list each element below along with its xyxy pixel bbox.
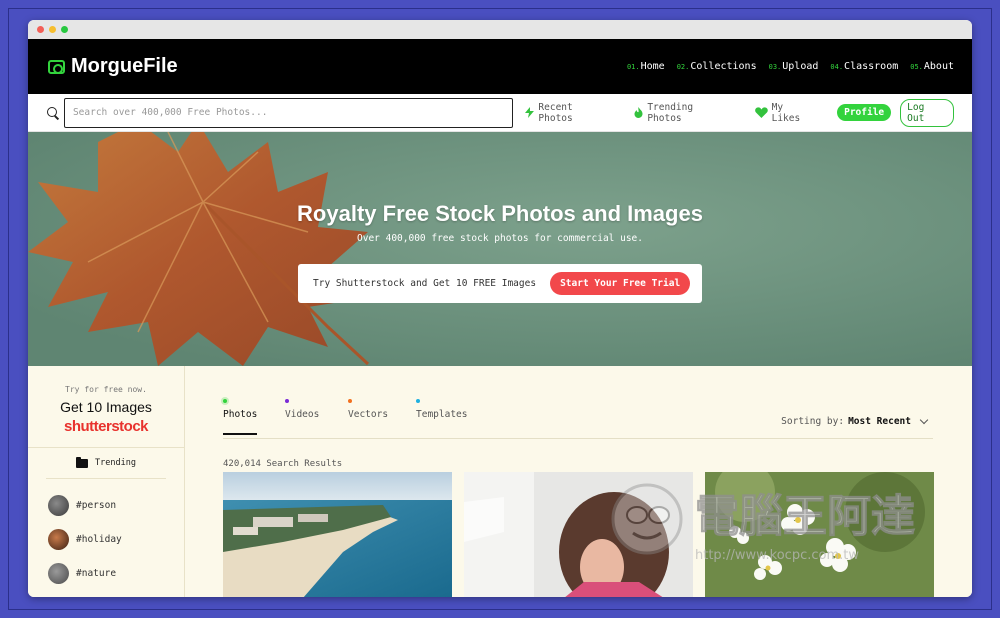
nav-number: 01. bbox=[626, 63, 640, 71]
minimize-window-button[interactable] bbox=[49, 26, 56, 33]
shutterstock-promo[interactable]: Try for free now. Get 10 Images shutters… bbox=[28, 366, 184, 435]
nav-label: Home bbox=[640, 61, 665, 72]
search-input[interactable] bbox=[63, 97, 514, 128]
photo-card-beach[interactable] bbox=[223, 472, 452, 597]
tag-label: #holiday bbox=[76, 533, 122, 545]
sort-label: Sorting by: bbox=[781, 416, 845, 427]
tab-label: Templates bbox=[416, 409, 468, 420]
tag-nature[interactable]: #nature bbox=[48, 556, 184, 590]
tab-templates[interactable]: Templates bbox=[416, 399, 467, 420]
main-nav: 01. Home 02. Collections 03. Upload 04. Clas… bbox=[627, 61, 954, 72]
close-window-button[interactable] bbox=[37, 26, 44, 33]
nav-upload[interactable]: 03. Upload bbox=[769, 61, 819, 72]
tab-label: Photos bbox=[223, 409, 258, 420]
recent-photos-link[interactable]: Recent Photos bbox=[525, 102, 612, 124]
promo-headline: Get 10 Images bbox=[60, 399, 152, 415]
shutterstock-logo: shutterstock bbox=[63, 418, 149, 435]
sidebar: Try for free now. Get 10 Images shutters… bbox=[28, 366, 185, 597]
tab-label: Videos bbox=[285, 409, 320, 420]
trending-label: Trending bbox=[95, 458, 136, 468]
beach-aerial-photo bbox=[223, 472, 452, 597]
browser-window: MorgueFile 01. Home 02. Collections 03. Upl… bbox=[28, 20, 972, 597]
search-bar: Recent Photos Trending Photos My Likes P… bbox=[28, 94, 972, 132]
maximize-window-button[interactable] bbox=[61, 26, 68, 33]
content-area: Try for free now. Get 10 Images shutters… bbox=[28, 366, 972, 597]
tag-thumbnail bbox=[48, 562, 69, 584]
nav-number: 02. bbox=[676, 63, 690, 71]
promo-tagline: Try for free now. bbox=[65, 385, 147, 394]
nav-label: About bbox=[923, 61, 954, 72]
nav-label: Classroom bbox=[844, 61, 899, 72]
heart-icon bbox=[754, 107, 768, 118]
hero-banner: Royalty Free Stock Photos and Images Ove… bbox=[28, 132, 972, 366]
tab-dot bbox=[285, 399, 289, 403]
photo-card-woman[interactable] bbox=[464, 472, 693, 597]
folder-icon bbox=[76, 456, 89, 468]
profile-button[interactable]: Profile bbox=[837, 104, 892, 121]
media-type-tabs: Photos Videos Vectors Templates Sorting … bbox=[223, 399, 933, 439]
nav-label: Collections bbox=[690, 61, 757, 72]
results-count: 420,014 Search Results bbox=[223, 459, 343, 469]
tab-label: Vectors bbox=[348, 409, 389, 420]
search-icon[interactable] bbox=[46, 106, 60, 120]
camera-icon bbox=[48, 59, 65, 74]
start-free-trial-button[interactable]: Start Your Free Trial bbox=[550, 272, 691, 295]
my-likes-link[interactable]: My Likes bbox=[754, 101, 817, 124]
tab-dot bbox=[223, 399, 227, 403]
white-flowers-photo bbox=[705, 472, 934, 597]
tag-thumbnail bbox=[48, 528, 69, 550]
trending-photos-link[interactable]: Trending Photos bbox=[634, 102, 732, 124]
hero-subtitle: Over 400,000 free stock photos for comme… bbox=[357, 233, 643, 244]
tab-dot bbox=[348, 399, 352, 403]
nav-about[interactable]: 05. About bbox=[910, 61, 954, 72]
tag-thumbnail bbox=[48, 494, 69, 516]
tab-dot bbox=[416, 399, 420, 403]
woman-portrait-photo bbox=[464, 472, 693, 597]
results-panel: Photos Videos Vectors Templates Sorting … bbox=[223, 366, 939, 597]
photo-grid bbox=[223, 472, 934, 597]
recent-photos-label: Recent Photos bbox=[538, 101, 573, 124]
nav-classroom[interactable]: 04. Classroom bbox=[830, 61, 898, 72]
sort-value: Most Recent bbox=[848, 416, 911, 427]
tab-videos[interactable]: Videos bbox=[285, 399, 319, 420]
nav-collections[interactable]: 02. Collections bbox=[677, 61, 757, 72]
nav-home[interactable]: 01. Home bbox=[627, 61, 665, 72]
sort-dropdown[interactable]: Sorting by: Most Recent bbox=[781, 415, 929, 427]
logout-button[interactable]: Log Out bbox=[900, 98, 954, 127]
photo-card-flowers[interactable] bbox=[705, 472, 934, 597]
lightning-icon bbox=[525, 107, 535, 118]
tag-label: #nature bbox=[76, 567, 117, 579]
maple-leaf-image bbox=[28, 132, 972, 366]
tag-label: #person bbox=[76, 499, 117, 511]
top-navigation-bar: MorgueFile 01. Home 02. Collections 03. Upl… bbox=[28, 39, 972, 94]
trending-photos-label: Trending Photos bbox=[647, 101, 694, 124]
cta-text: Try Shutterstock and Get 10 FREE Images bbox=[313, 278, 537, 289]
chevron-down-icon bbox=[919, 415, 929, 424]
tag-person[interactable]: #person bbox=[48, 488, 184, 522]
tab-vectors[interactable]: Vectors bbox=[348, 399, 388, 420]
nav-label: Upload bbox=[782, 61, 819, 72]
tag-holiday[interactable]: #holiday bbox=[48, 522, 184, 556]
flame-icon bbox=[634, 107, 643, 118]
shutterstock-cta-box: Try Shutterstock and Get 10 FREE Images … bbox=[298, 264, 702, 303]
hero-title: Royalty Free Stock Photos and Images bbox=[297, 201, 703, 226]
trending-header[interactable]: Trending bbox=[28, 448, 184, 478]
my-likes-label: My Likes bbox=[771, 101, 801, 124]
quick-links: Recent Photos Trending Photos My Likes P… bbox=[525, 98, 954, 127]
nav-number: 05. bbox=[910, 63, 923, 71]
browser-chrome bbox=[28, 20, 972, 39]
tab-photos[interactable]: Photos bbox=[223, 399, 258, 435]
brand-name: MorgueFile bbox=[71, 55, 178, 77]
nav-number: 03. bbox=[768, 63, 782, 71]
brand-logo[interactable]: MorgueFile bbox=[48, 55, 178, 78]
nav-number: 04. bbox=[830, 63, 844, 71]
trending-tags: #person #holiday #nature bbox=[28, 479, 184, 590]
